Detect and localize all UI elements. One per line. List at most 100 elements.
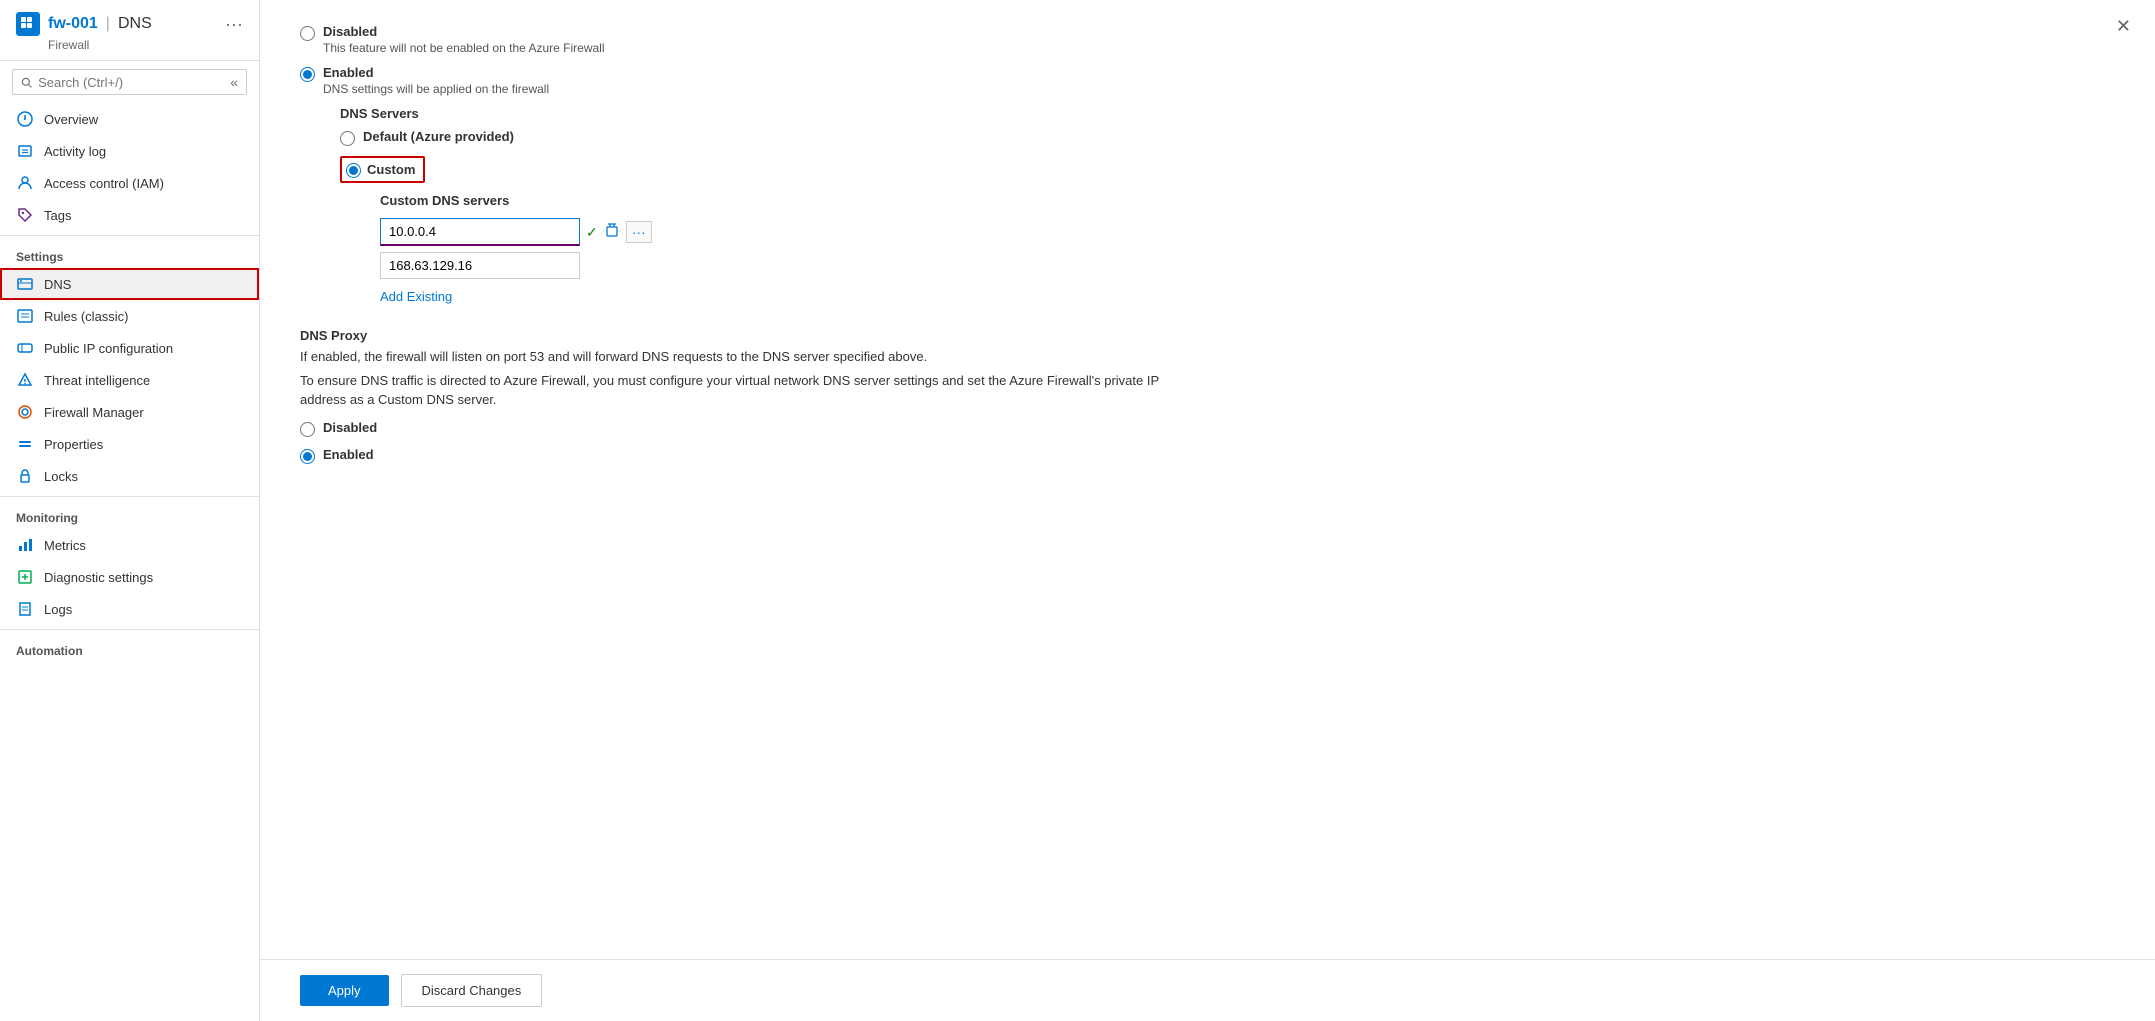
iam-icon: [16, 174, 34, 192]
sidebar-item-rules-classic[interactable]: Rules (classic): [0, 300, 259, 332]
custom-label: Custom: [367, 162, 415, 177]
pipe-separator: |: [106, 15, 110, 33]
sidebar: fw-001 | DNS ··· Firewall « Overview Act…: [0, 0, 260, 1021]
dns-input-1[interactable]: [380, 218, 580, 246]
properties-icon: [16, 435, 34, 453]
radio-option-enabled: Enabled DNS settings will be applied on …: [300, 65, 2115, 96]
public-ip-icon: [16, 339, 34, 357]
dns-enabled-radio[interactable]: [300, 67, 315, 82]
divider-monitoring: [0, 496, 259, 497]
dns-server-row-1: ✓ ···: [380, 218, 2115, 246]
sidebar-item-metrics[interactable]: Metrics: [0, 529, 259, 561]
logs-icon: [16, 600, 34, 618]
overview-icon: [16, 110, 34, 128]
collapse-icon[interactable]: «: [230, 74, 238, 90]
divider-settings: [0, 235, 259, 236]
sidebar-item-overview[interactable]: Overview: [0, 103, 259, 135]
threat-icon: [16, 371, 34, 389]
sidebar-label-overview: Overview: [44, 112, 98, 127]
sidebar-item-properties[interactable]: Properties: [0, 428, 259, 460]
delete-icon-1[interactable]: [604, 222, 620, 243]
main-panel: ✕ Disabled This feature will not be enab…: [260, 0, 2155, 1021]
resource-subtitle: Firewall: [48, 38, 243, 52]
sidebar-label-locks: Locks: [44, 469, 78, 484]
enabled-label: Enabled: [323, 65, 549, 80]
sidebar-item-tags[interactable]: Tags: [0, 199, 259, 231]
sidebar-label-dns: DNS: [44, 277, 71, 292]
sidebar-label-firewall-manager: Firewall Manager: [44, 405, 144, 420]
sidebar-label-threat: Threat intelligence: [44, 373, 150, 388]
locks-icon: [16, 467, 34, 485]
sidebar-nav: Overview Activity log Access control (IA…: [0, 103, 259, 1021]
search-input[interactable]: [38, 75, 224, 90]
add-existing-link[interactable]: Add Existing: [380, 289, 452, 304]
dns-server-row-2: [380, 252, 2115, 279]
sidebar-item-public-ip[interactable]: Public IP configuration: [0, 332, 259, 364]
sidebar-label-activity-log: Activity log: [44, 144, 106, 159]
firewall-manager-icon: [16, 403, 34, 421]
dns-input-2[interactable]: [380, 252, 580, 279]
dns-enabled-section: Disabled This feature will not be enable…: [300, 24, 2115, 304]
proxy-enabled-option: Enabled: [300, 447, 2115, 464]
custom-radio-box: Custom: [340, 156, 425, 183]
metrics-icon: [16, 536, 34, 554]
proxy-enabled-radio[interactable]: [300, 449, 315, 464]
custom-dns-label: Custom DNS servers: [380, 193, 2115, 208]
sidebar-item-diagnostic[interactable]: Diagnostic settings: [0, 561, 259, 593]
sidebar-label-metrics: Metrics: [44, 538, 86, 553]
diagnostic-icon: [16, 568, 34, 586]
discard-button[interactable]: Discard Changes: [401, 974, 543, 1007]
divider-automation: [0, 629, 259, 630]
sidebar-label-rules: Rules (classic): [44, 309, 129, 324]
radio-option-default: Default (Azure provided): [340, 129, 2115, 146]
more-options-icon[interactable]: ···: [225, 14, 243, 35]
dns-proxy-title: DNS Proxy: [300, 328, 2115, 343]
apply-button[interactable]: Apply: [300, 975, 389, 1006]
sidebar-label-logs: Logs: [44, 602, 72, 617]
sidebar-item-activity-log[interactable]: Activity log: [0, 135, 259, 167]
custom-dns-servers-section: Custom DNS servers ✓ ··· Add Existing: [380, 193, 2115, 304]
sidebar-item-access-control[interactable]: Access control (IAM): [0, 167, 259, 199]
page-name: DNS: [118, 15, 152, 33]
dns-custom-radio[interactable]: [346, 163, 361, 178]
sidebar-item-threat-intelligence[interactable]: Threat intelligence: [0, 364, 259, 396]
radio-option-disabled: Disabled This feature will not be enable…: [300, 24, 2115, 55]
enabled-desc: DNS settings will be applied on the fire…: [323, 82, 549, 96]
rules-icon: [16, 307, 34, 325]
activity-log-icon: [16, 142, 34, 160]
sidebar-label-properties: Properties: [44, 437, 103, 452]
section-settings-label: Settings: [0, 240, 259, 268]
dns-icon: [16, 275, 34, 293]
sidebar-item-logs[interactable]: Logs: [0, 593, 259, 625]
tags-icon: [16, 206, 34, 224]
dns-proxy-section: DNS Proxy If enabled, the firewall will …: [300, 328, 2115, 464]
sidebar-item-locks[interactable]: Locks: [0, 460, 259, 492]
proxy-disabled-label: Disabled: [323, 420, 377, 435]
app-icon: [16, 12, 40, 36]
disabled-label: Disabled: [323, 24, 605, 39]
sidebar-label-iam: Access control (IAM): [44, 176, 164, 191]
section-automation-label: Automation: [0, 634, 259, 662]
default-label: Default (Azure provided): [363, 129, 514, 144]
search-box[interactable]: «: [12, 69, 247, 95]
more-icon-1[interactable]: ···: [626, 221, 652, 243]
sidebar-title-row: fw-001 | DNS ···: [16, 12, 243, 36]
proxy-disabled-radio[interactable]: [300, 422, 315, 437]
sidebar-item-firewall-manager[interactable]: Firewall Manager: [0, 396, 259, 428]
disabled-desc: This feature will not be enabled on the …: [323, 41, 605, 55]
dns-servers-sub-section: DNS Servers Default (Azure provided) Cus…: [340, 106, 2115, 304]
check-icon: ✓: [586, 224, 598, 241]
dns-proxy-desc1: If enabled, the firewall will listen on …: [300, 347, 1200, 367]
sidebar-label-tags: Tags: [44, 208, 71, 223]
dns-disabled-radio[interactable]: [300, 26, 315, 41]
resource-name: fw-001: [48, 15, 98, 33]
radio-option-custom: Custom: [340, 156, 2115, 183]
sidebar-item-dns[interactable]: DNS: [0, 268, 259, 300]
content-area: Disabled This feature will not be enable…: [260, 0, 2155, 959]
dns-servers-label: DNS Servers: [340, 106, 2115, 121]
footer-bar: Apply Discard Changes: [260, 959, 2155, 1021]
sidebar-label-diagnostic: Diagnostic settings: [44, 570, 153, 585]
search-icon: [21, 76, 32, 89]
proxy-enabled-label: Enabled: [323, 447, 374, 462]
dns-default-radio[interactable]: [340, 131, 355, 146]
